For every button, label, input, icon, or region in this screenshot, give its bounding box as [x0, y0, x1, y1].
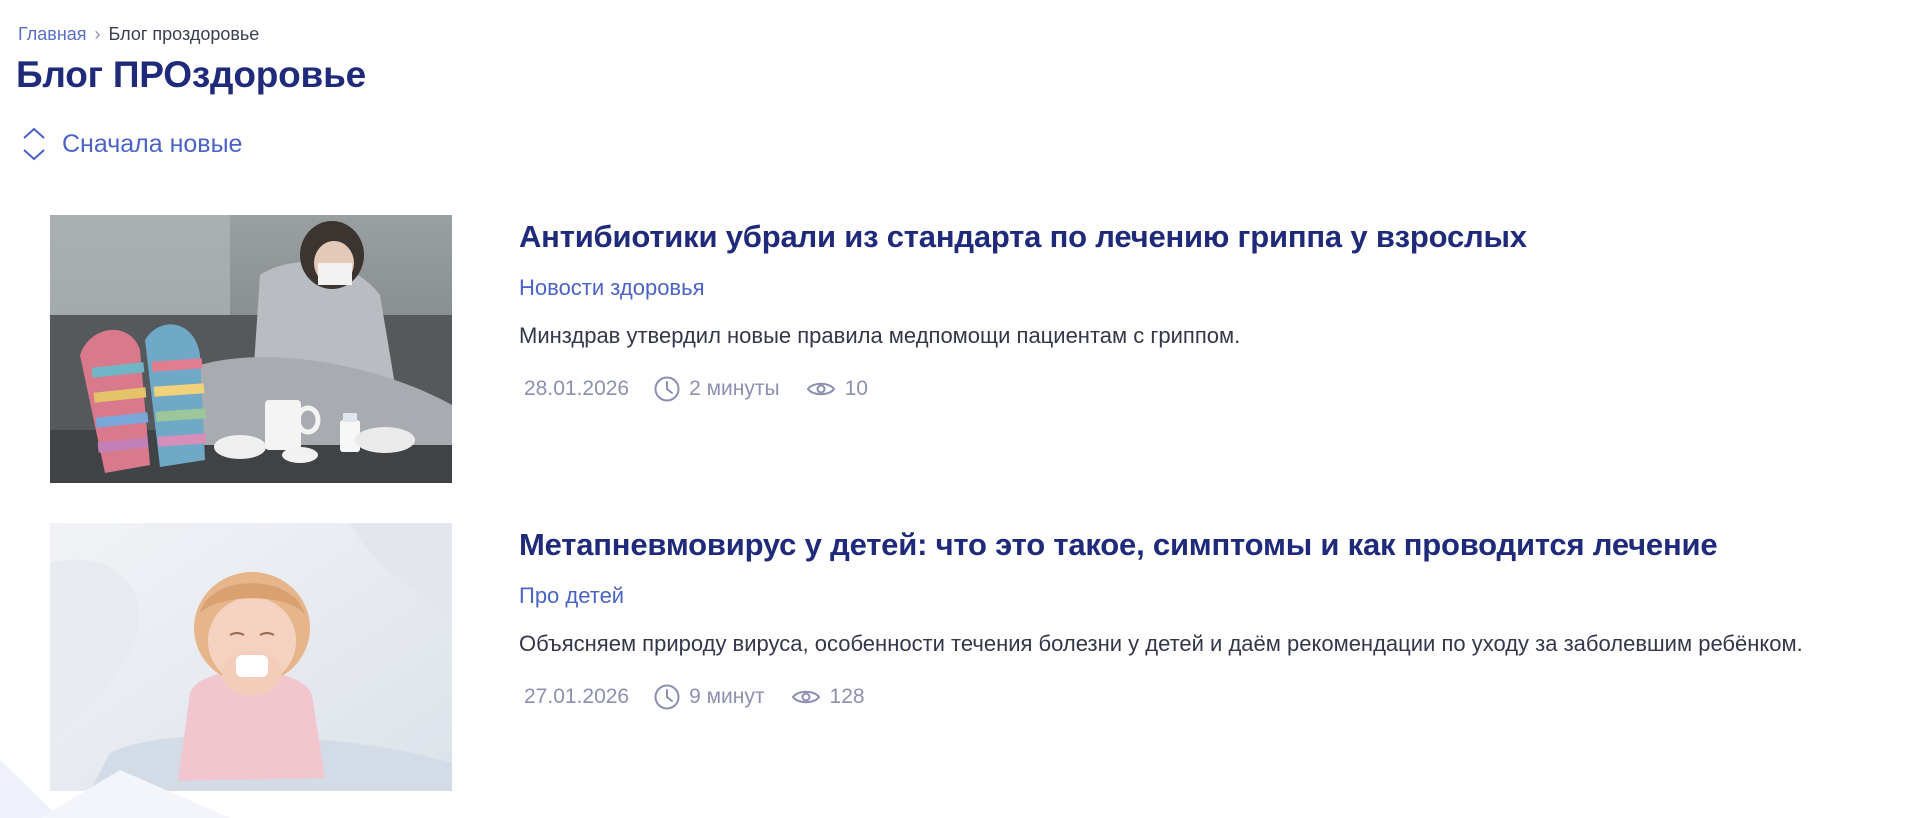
decorative-corner-shape	[0, 760, 230, 818]
post-excerpt: Объясняем природу вируса, особенности те…	[519, 631, 1803, 656]
post-excerpt: Минздрав утвердил новые правила медпомощ…	[519, 323, 1241, 348]
post-card: Метапневмовирус у детей: что это такое, …	[50, 523, 1890, 791]
woman-with-socks-and-tissues-photo	[50, 215, 452, 483]
clock-icon	[654, 376, 680, 402]
post-date: 28.01.2026	[524, 377, 630, 400]
post-views: 128	[829, 685, 865, 708]
eye-icon	[806, 382, 835, 396]
post-title-link[interactable]: Антибиотики убрали из стандарта по лечен…	[519, 218, 1879, 256]
post-card: Антибиотики убрали из стандарта по лечен…	[50, 215, 1890, 483]
sort-toggle[interactable]: Сначала новые	[20, 124, 242, 164]
breadcrumb-current: Блог проздоровье	[108, 24, 260, 44]
post-body: Антибиотики убрали из стандарта по лечен…	[519, 215, 1879, 403]
post-views: 10	[844, 377, 868, 400]
breadcrumb-separator: ›	[94, 24, 101, 44]
post-read-time: 9 минут	[689, 685, 765, 708]
sort-label: Сначала новые	[62, 130, 243, 158]
post-meta: 27.01.2026 9 минут 128	[519, 683, 1879, 711]
sick-child-sneezing-photo	[50, 523, 452, 791]
post-date: 27.01.2026	[524, 685, 630, 708]
post-thumbnail[interactable]	[50, 215, 452, 483]
post-read-time: 2 минуты	[689, 377, 780, 400]
page-title: Блог ПРОздоровье	[16, 54, 367, 95]
clock-icon	[654, 684, 680, 710]
blog-page: Главная › Блог проздоровье Блог ПРОздоро…	[0, 0, 1920, 818]
breadcrumb-home-link[interactable]: Главная	[18, 23, 87, 45]
post-category-link[interactable]: Новости здоровья	[519, 274, 705, 302]
post-thumbnail[interactable]	[50, 523, 452, 791]
eye-icon	[791, 690, 820, 704]
post-title-link[interactable]: Метапневмовирус у детей: что это такое, …	[519, 526, 1879, 564]
post-category-link[interactable]: Про детей	[519, 582, 624, 610]
breadcrumb: Главная › Блог проздоровье	[18, 23, 259, 45]
sort-up-down-icon	[23, 127, 45, 161]
post-meta: 28.01.2026 2 минуты 10	[519, 375, 1879, 403]
post-body: Метапневмовирус у детей: что это такое, …	[519, 523, 1879, 711]
